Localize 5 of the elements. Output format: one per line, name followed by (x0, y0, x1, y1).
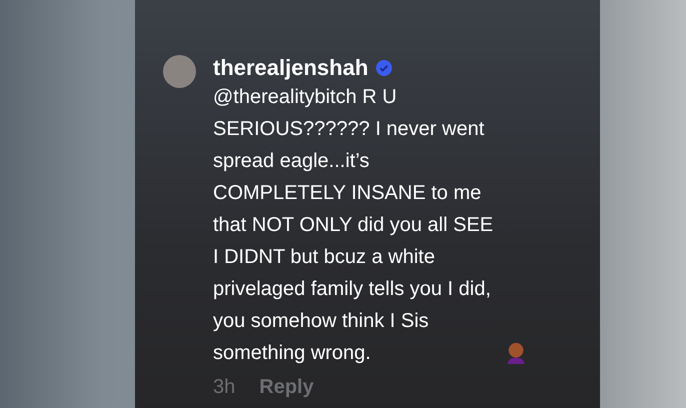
comment-text: @therealitybitch R U SERIOUS?????? I never went spread eagle...it’s COMPLETELY INSANE to me that NOT ONLY did you all SEE I DIDNT but bcuz a white privelaged family tells you I did, you somehow think I Sis something wrong. (213, 85, 494, 366)
person-emoji-icon (505, 341, 527, 365)
comment-time: 3h (213, 376, 236, 399)
username[interactable]: therealjenshah (213, 55, 368, 81)
avatar-icon[interactable] (163, 55, 196, 88)
